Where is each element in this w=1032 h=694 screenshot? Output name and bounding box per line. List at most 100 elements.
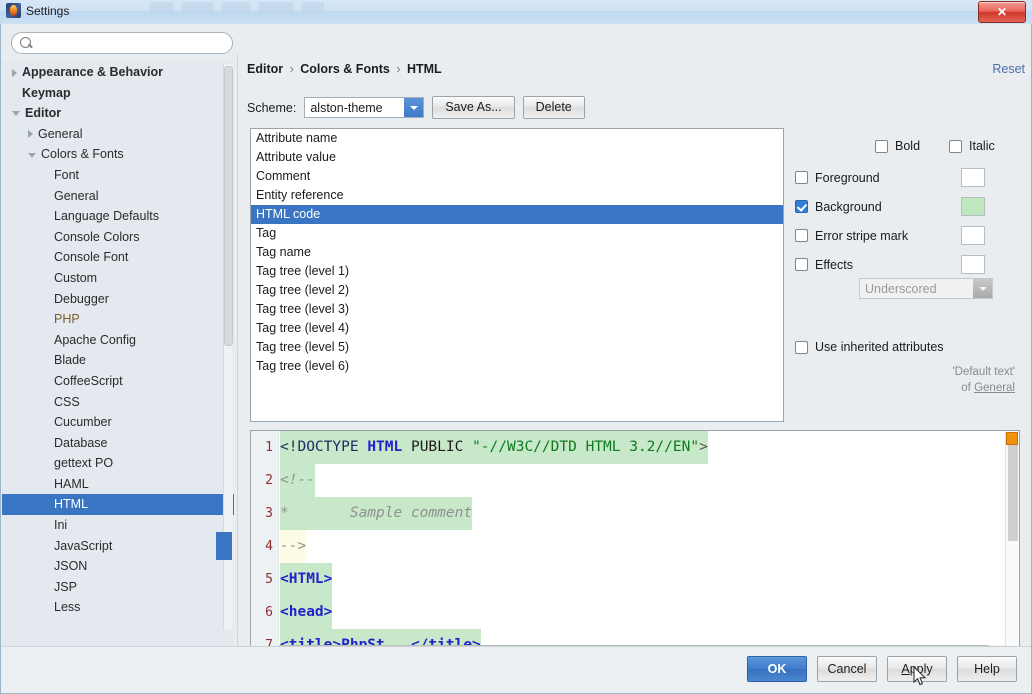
attribute-list-item[interactable]: Tag tree (level 3): [251, 300, 783, 319]
sidebar-item-label: JSP: [54, 579, 77, 594]
sidebar-item-keymap[interactable]: Keymap: [2, 83, 234, 104]
background-checkbox-row[interactable]: Background: [795, 200, 882, 214]
attribute-list-item[interactable]: Tag tree (level 5): [251, 338, 783, 357]
sidebar-item-less[interactable]: Less: [2, 597, 234, 618]
chevron-down-icon[interactable]: [28, 152, 36, 158]
dialog-footer: OK Cancel Apply Help: [2, 646, 1031, 692]
background-color-swatch[interactable]: [961, 197, 985, 216]
apply-button[interactable]: Apply: [887, 656, 947, 682]
sidebar-item-ini[interactable]: Ini: [2, 515, 234, 536]
cancel-button[interactable]: Cancel: [817, 656, 877, 682]
sidebar-item-colors-fonts[interactable]: Colors & Fonts: [2, 144, 234, 165]
error-stripe-color-swatch[interactable]: [961, 226, 985, 245]
error-stripe-checkbox-row[interactable]: Error stripe mark: [795, 229, 908, 243]
reset-link[interactable]: Reset: [992, 62, 1025, 76]
close-icon[interactable]: ✕: [978, 1, 1026, 23]
inherited-source-link[interactable]: General: [974, 382, 1015, 394]
attribute-list-item[interactable]: Tag name: [251, 243, 783, 262]
sidebar-item-editor[interactable]: Editor: [2, 103, 234, 124]
attribute-list-item[interactable]: Attribute value: [251, 148, 783, 167]
bold-label: Bold: [895, 139, 921, 153]
attribute-list-item[interactable]: Tag tree (level 2): [251, 281, 783, 300]
foreground-color-swatch[interactable]: [961, 168, 985, 187]
attribute-list-item[interactable]: HTML code: [251, 205, 783, 224]
attribute-list-item[interactable]: Entity reference: [251, 186, 783, 205]
sidebar-item-label: JSON: [54, 559, 88, 574]
error-stripe-checkbox[interactable]: [795, 229, 808, 242]
preview-vertical-scroll-thumb[interactable]: [1008, 445, 1018, 541]
scheme-dropdown[interactable]: alston-theme: [304, 97, 425, 118]
chevron-right-icon[interactable]: [28, 130, 33, 139]
help-button[interactable]: Help: [957, 656, 1017, 682]
search-input[interactable]: [11, 32, 233, 54]
inherited-source-line1: 'Default text': [952, 366, 1015, 378]
sidebar-item-jsp[interactable]: JSP: [2, 577, 234, 598]
sidebar-item-console-font[interactable]: Console Font: [2, 247, 234, 268]
bold-checkbox[interactable]: [875, 139, 888, 153]
sidebar-item-apache-config[interactable]: Apache Config: [2, 330, 234, 351]
sidebar-item-json[interactable]: JSON: [2, 556, 234, 577]
color-attribute-list[interactable]: Attribute name Attribute value Comment Enti…: [250, 128, 784, 422]
inherited-source-prefix: of: [961, 382, 975, 394]
sidebar-item-cucumber[interactable]: Cucumber: [2, 412, 234, 433]
attribute-list-item[interactable]: Attribute name: [251, 129, 783, 148]
ok-button[interactable]: OK: [747, 656, 807, 682]
attribute-list-item[interactable]: Comment: [251, 167, 783, 186]
attribute-list-item[interactable]: Tag: [251, 224, 783, 243]
sidebar-item-general[interactable]: General: [2, 124, 234, 145]
sidebar-item-general[interactable]: General: [2, 186, 234, 207]
chevron-down-icon[interactable]: [12, 111, 20, 117]
sidebar-item-css[interactable]: CSS: [2, 392, 234, 413]
breadcrumb-item-html[interactable]: HTML: [407, 62, 442, 76]
sidebar-item-blade[interactable]: Blade: [2, 350, 234, 371]
use-inherited-attributes-label: Use inherited attributes: [815, 340, 944, 354]
sidebar-scrollbar-thumb[interactable]: [224, 66, 233, 346]
sidebar-item-font[interactable]: Font: [2, 165, 234, 186]
effects-checkbox[interactable]: [795, 258, 808, 271]
italic-checkbox[interactable]: [949, 139, 963, 153]
sidebar-item-language-defaults[interactable]: Language Defaults: [2, 206, 234, 227]
sidebar-item-label: CSS: [54, 394, 80, 409]
italic-checkbox-row[interactable]: Italic: [949, 139, 995, 153]
sidebar-item-database[interactable]: Database: [2, 433, 234, 454]
chevron-right-icon[interactable]: [12, 68, 17, 77]
sidebar-item-appearance-behavior[interactable]: Appearance & Behavior: [2, 62, 234, 83]
sidebar-item-php[interactable]: PHP: [2, 309, 234, 330]
sidebar-item-gettext-po[interactable]: gettext PO: [2, 453, 234, 474]
attribute-list-item[interactable]: Tag tree (level 1): [251, 262, 783, 281]
use-inherited-attributes-row[interactable]: Use inherited attributes: [795, 340, 944, 354]
sidebar-item-html[interactable]: HTML: [2, 494, 234, 516]
preview-code-area[interactable]: 1 <!DOCTYPE HTML PUBLIC "-//W3C//DTD HTML…: [251, 431, 1006, 655]
effect-type-dropdown[interactable]: Underscored: [859, 278, 993, 299]
inherited-source-note: 'Default text' of General: [952, 364, 1015, 396]
sidebar-item-debugger[interactable]: Debugger: [2, 289, 234, 310]
scheme-label: Scheme:: [247, 100, 297, 115]
use-inherited-attributes-checkbox[interactable]: [795, 340, 808, 354]
attribute-list-item[interactable]: Tag tree (level 4): [251, 319, 783, 338]
bold-checkbox-row[interactable]: Bold: [875, 139, 920, 153]
code-token: <!--: [280, 472, 315, 488]
chevron-down-icon[interactable]: [973, 279, 992, 298]
background-checkbox[interactable]: [795, 200, 808, 213]
sidebar-item-haml[interactable]: HAML: [2, 474, 234, 495]
foreground-checkbox-row[interactable]: Foreground: [795, 171, 880, 185]
settings-category-tree[interactable]: Appearance & Behavior Keymap Editor General…: [2, 62, 234, 656]
code-preview-panel[interactable]: 1 <!DOCTYPE HTML PUBLIC "-//W3C//DTD HTML…: [250, 430, 1020, 656]
sidebar-item-javascript[interactable]: JavaScript: [2, 536, 234, 557]
foreground-checkbox[interactable]: [795, 171, 808, 184]
breadcrumb-item-editor[interactable]: Editor: [247, 62, 283, 76]
sidebar-item-console-colors[interactable]: Console Colors: [2, 227, 234, 248]
chevron-down-icon[interactable]: [404, 98, 424, 117]
save-as-button[interactable]: Save As...: [432, 96, 515, 119]
effects-checkbox-row[interactable]: Effects: [795, 258, 853, 272]
sidebar-item-custom[interactable]: Custom: [2, 268, 234, 289]
error-stripe-marker-icon[interactable]: [1006, 432, 1018, 445]
breadcrumb-item-colors-fonts[interactable]: Colors & Fonts: [300, 62, 390, 76]
search-field-wrapper[interactable]: [11, 32, 233, 54]
attribute-list-item[interactable]: Tag tree (level 6): [251, 357, 783, 376]
effects-color-swatch[interactable]: [961, 255, 985, 274]
delete-button[interactable]: Delete: [522, 96, 585, 119]
preview-vertical-scrollbar[interactable]: [1005, 431, 1019, 655]
sidebar-item-coffeescript[interactable]: CoffeeScript: [2, 371, 234, 392]
